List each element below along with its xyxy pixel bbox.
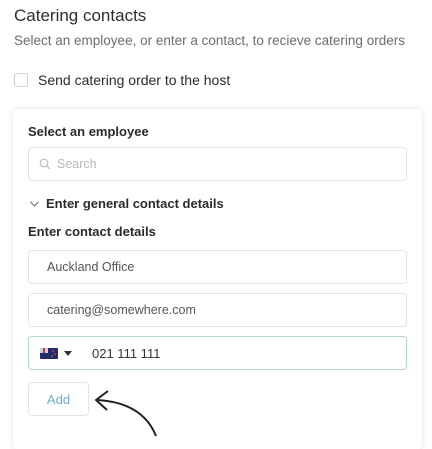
contact-email-value: catering@somewhere.com bbox=[47, 303, 196, 317]
send-to-host-option[interactable]: Send catering order to the host bbox=[14, 72, 230, 88]
send-to-host-checkbox[interactable] bbox=[14, 73, 28, 87]
chevron-down-icon bbox=[30, 200, 39, 207]
nz-flag-icon[interactable] bbox=[40, 347, 58, 359]
contact-details-label: Enter contact details bbox=[28, 224, 156, 239]
contact-email-input[interactable]: catering@somewhere.com bbox=[28, 293, 407, 327]
send-to-host-label: Send catering order to the host bbox=[38, 72, 231, 88]
contact-name-input[interactable]: Auckland Office bbox=[28, 250, 407, 284]
contact-phone-value: 021 111 111 bbox=[92, 345, 161, 361]
annotation-arrow-icon bbox=[95, 390, 157, 437]
page-title: Catering contacts bbox=[14, 6, 147, 25]
general-contact-toggle[interactable]: Enter general contact details bbox=[30, 196, 224, 211]
contact-phone-input[interactable]: 021 111 111 bbox=[28, 336, 407, 370]
page-subtitle: Select an employee, or enter a contact, … bbox=[14, 33, 405, 48]
add-contact-button[interactable]: Add bbox=[28, 382, 89, 416]
search-icon bbox=[39, 158, 51, 170]
general-contact-toggle-label: Enter general contact details bbox=[46, 196, 224, 211]
country-dropdown-caret-icon[interactable] bbox=[64, 350, 72, 356]
contact-name-value: Auckland Office bbox=[47, 260, 135, 274]
employee-search-field[interactable]: Search bbox=[28, 147, 407, 181]
select-employee-label: Select an employee bbox=[28, 124, 149, 139]
employee-search-placeholder: Search bbox=[57, 157, 97, 171]
catering-contact-card: Select an employee Search Enter general … bbox=[13, 109, 422, 449]
